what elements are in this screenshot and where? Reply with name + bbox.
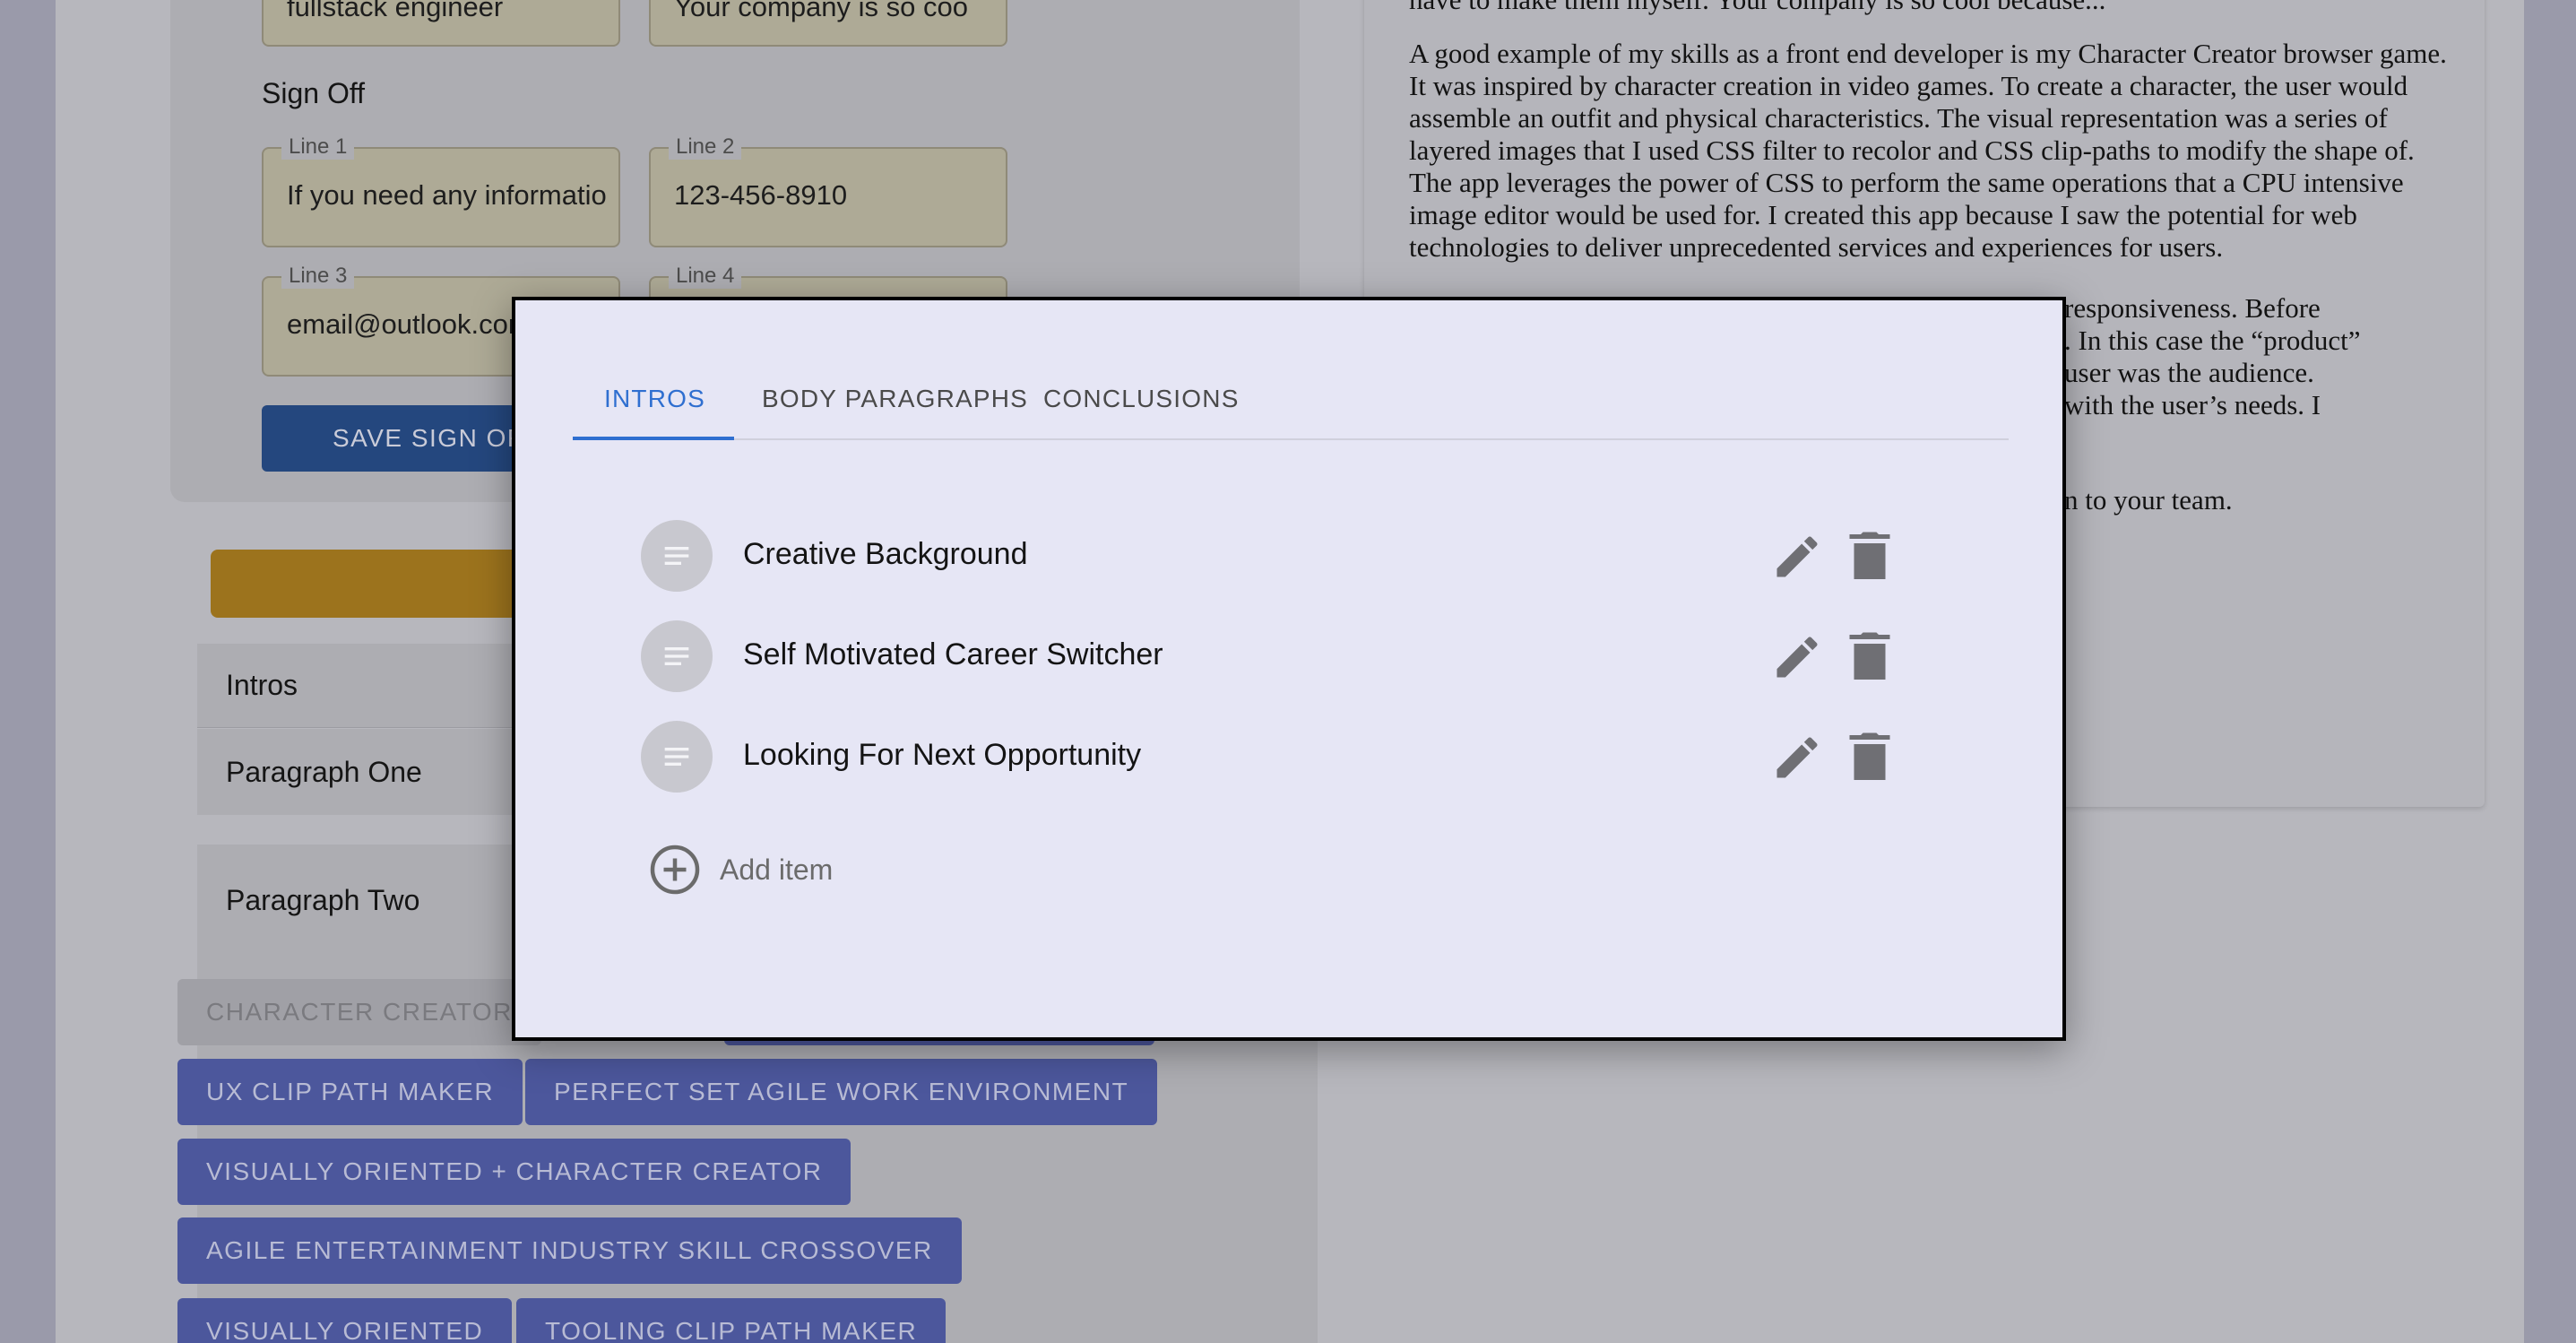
chip-perfect-set-agile[interactable]: PERFECT SET AGILE WORK ENVIRONMENT (525, 1059, 1158, 1125)
edit-pencil-icon[interactable] (1770, 530, 1824, 584)
letter-top-line: have to make them myself. Your company i… (1409, 0, 2449, 16)
field-value: fullstack engineer (287, 0, 504, 22)
field-top-right[interactable]: Your company is so coo (649, 0, 1007, 47)
letter-paragraph-3-fragment: n to your team. (2064, 484, 2233, 516)
chip-ux-clip-path-maker[interactable]: UX CLIP PATH MAKER (177, 1059, 523, 1125)
tab-body-paragraphs[interactable]: BODY PARAGRAPHS (762, 385, 1028, 413)
field-value: Your company is so coo (674, 0, 968, 22)
add-item-button[interactable]: Add item (648, 837, 917, 900)
letter-paragraph-1: A good example of my skills as a front e… (1409, 38, 2447, 263)
line-1-label: Line 1 (281, 134, 355, 160)
chip-visually-oriented-character-creator[interactable]: VISUALLY ORIENTED + CHARACTER CREATOR (177, 1139, 851, 1205)
add-item-label: Add item (720, 853, 834, 886)
chip-character-creator: CHARACTER CREATOR (177, 979, 541, 1045)
list-item[interactable]: Creative Background (641, 516, 1932, 596)
snippet-picker-modal: INTROS BODY PARAGRAPHS CONCLUSIONS Creat… (512, 297, 2066, 1041)
line-2-value: 123-456-8910 (674, 179, 848, 211)
notes-icon (641, 620, 713, 692)
line-2-label: Line 2 (669, 134, 742, 160)
list-item[interactable]: Looking For Next Opportunity (641, 716, 1932, 797)
letter-paragraph-2-fragments: responsiveness. Before . In this case th… (2064, 292, 2494, 421)
sign-off-title: Sign Off (262, 77, 366, 109)
list-item-label: Creative Background (743, 537, 1028, 571)
letter-fragment-line: . In this case the “product” (2064, 325, 2361, 356)
field-top-left[interactable]: fullstack engineer (262, 0, 620, 47)
letter-fragment-line: with the user’s needs. I (2064, 389, 2321, 420)
tab-intros[interactable]: INTROS (604, 385, 705, 413)
notes-icon (641, 520, 713, 592)
trash-icon[interactable] (1847, 731, 1892, 784)
active-tab-indicator (573, 437, 734, 440)
notes-icon (641, 721, 713, 793)
chip-tooling-clip-path-maker[interactable]: TOOLING CLIP PATH MAKER (516, 1298, 947, 1343)
list-item-label: Looking For Next Opportunity (743, 738, 1142, 772)
chip-agile-entertainment[interactable]: AGILE ENTERTAINMENT INDUSTRY SKILL CROSS… (177, 1217, 962, 1284)
line-4-label: Line 4 (669, 264, 742, 289)
line-3-label: Line 3 (281, 264, 355, 289)
trash-icon[interactable] (1847, 630, 1892, 684)
letter-fragment-line: user was the audience. (2064, 357, 2314, 388)
line-1-value: If you need any information (287, 179, 608, 211)
list-item[interactable]: Self Motivated Career Switcher (641, 616, 1932, 697)
tab-conclusions[interactable]: CONCLUSIONS (1043, 385, 1240, 413)
line-1-field[interactable]: Line 1 If you need any information (262, 134, 620, 247)
letter-fragment-line: responsiveness. Before (2064, 292, 2321, 324)
add-circle-icon (650, 845, 700, 895)
list-item-label: Self Motivated Career Switcher (743, 637, 1163, 672)
trash-icon[interactable] (1847, 530, 1892, 584)
edit-pencil-icon[interactable] (1770, 630, 1824, 684)
modal-tabs: INTROS BODY PARAGRAPHS CONCLUSIONS (573, 360, 2009, 440)
accordion-intros-label: Intros (226, 669, 298, 701)
accordion-paragraph-two-label[interactable]: Paragraph Two (226, 884, 419, 917)
edit-pencil-icon[interactable] (1770, 731, 1824, 784)
line-2-field[interactable]: Line 2 123-456-8910 (649, 134, 1007, 247)
accordion-paragraph-one-label: Paragraph One (226, 756, 422, 788)
chip-visually-oriented[interactable]: VISUALLY ORIENTED (177, 1298, 513, 1343)
